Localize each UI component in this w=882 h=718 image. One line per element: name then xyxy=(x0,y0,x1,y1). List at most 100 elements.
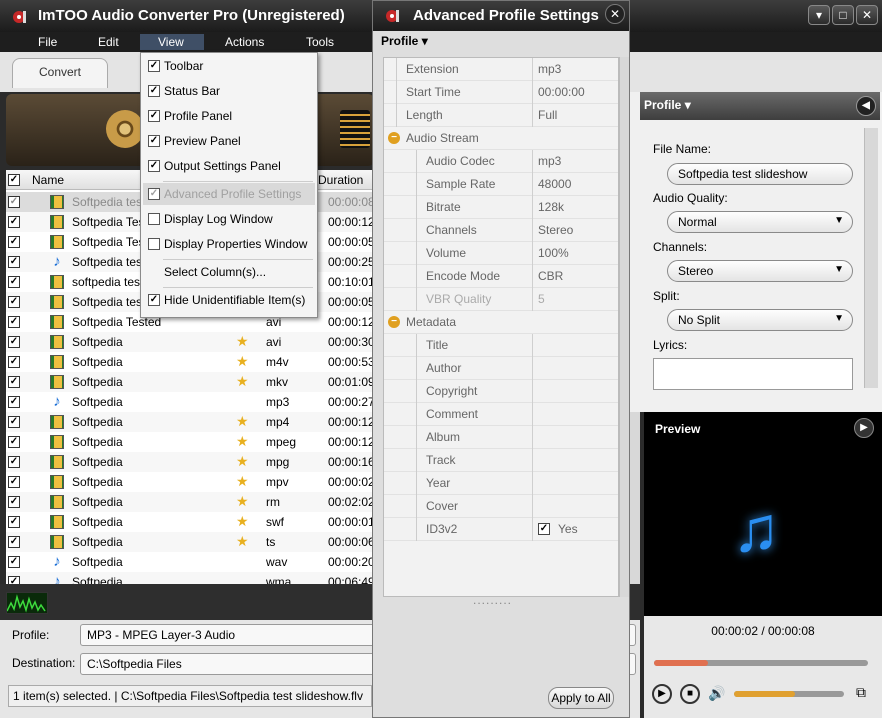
property-row[interactable]: Track xyxy=(384,449,618,472)
property-row[interactable]: Bitrate 128k xyxy=(384,196,618,219)
view-menu-item[interactable]: Display Log Window xyxy=(143,208,315,230)
row-checkbox[interactable]: ✓ xyxy=(8,396,20,408)
menu-file[interactable]: File xyxy=(30,34,65,50)
row-checkbox[interactable]: ✓ xyxy=(8,416,20,428)
row-checkbox[interactable]: ✓ xyxy=(8,316,20,328)
view-menu-item[interactable]: ✓ Hide Unidentifiable Item(s) xyxy=(143,289,315,311)
volume-slider[interactable] xyxy=(734,691,844,697)
property-row[interactable]: Channels Stereo xyxy=(384,219,618,242)
property-row[interactable]: Album xyxy=(384,426,618,449)
expand-preview-icon[interactable]: ▶ xyxy=(854,418,874,438)
property-row[interactable]: Comment xyxy=(384,403,618,426)
property-value[interactable]: mp3 xyxy=(538,62,561,76)
table-row[interactable]: ✓ Softpedia ★ mpv 00:00:02 xyxy=(6,472,372,492)
row-checkbox[interactable]: ✓ xyxy=(8,536,20,548)
property-value[interactable]: 100% xyxy=(538,246,569,260)
view-menu-item[interactable]: ✓ Status Bar xyxy=(143,80,315,102)
row-checkbox[interactable]: ✓ xyxy=(8,576,20,584)
table-row[interactable]: ✓ ♪ Softpedia wav 00:00:20 xyxy=(6,552,372,572)
table-row[interactable]: ✓ Softpedia ★ ts 00:00:06 xyxy=(6,532,372,552)
table-row[interactable]: ✓ Softpedia ★ avi 00:00:30 xyxy=(6,332,372,352)
property-row[interactable]: Cover xyxy=(384,495,618,518)
profile-panel-header[interactable]: Profile ▾ ◀ xyxy=(640,92,880,120)
dialog-title-bar[interactable]: Advanced Profile Settings xyxy=(373,1,629,31)
profile-panel-scrollbar[interactable] xyxy=(864,128,878,388)
lyrics-input[interactable] xyxy=(653,358,853,390)
table-row[interactable]: ✓ Softpedia ★ mpeg 00:00:12 xyxy=(6,432,372,452)
row-checkbox[interactable]: ✓ xyxy=(8,376,20,388)
property-row[interactable]: Encode Mode CBR xyxy=(384,265,618,288)
row-checkbox[interactable]: ✓ xyxy=(8,356,20,368)
property-row[interactable]: Length Full xyxy=(384,104,618,127)
row-checkbox[interactable]: ✓ xyxy=(8,216,20,228)
tab-convert[interactable]: Convert xyxy=(12,58,108,88)
seek-bar[interactable] xyxy=(654,660,868,666)
film-strip-icon[interactable] xyxy=(340,110,370,148)
select-all-checkbox[interactable]: ✓ xyxy=(8,174,20,186)
view-menu-item[interactable]: ✓ Output Settings Panel xyxy=(143,155,315,177)
table-row[interactable]: ✓ ♪ Softpedia mp3 00:00:27 xyxy=(6,392,372,412)
property-row[interactable]: Volume 100% xyxy=(384,242,618,265)
id3v2-checkbox[interactable]: ✓ xyxy=(538,523,550,535)
split-select[interactable]: No Split ▼ xyxy=(667,309,853,331)
maximize-button[interactable]: □ xyxy=(832,5,854,25)
table-row[interactable]: ✓ ♪ Softpedia wma 00:06:49 xyxy=(6,572,372,584)
table-row[interactable]: ✓ Softpedia ★ m4v 00:00:53 xyxy=(6,352,372,372)
property-row[interactable]: Author xyxy=(384,357,618,380)
property-row[interactable]: VBR Quality 5 xyxy=(384,288,618,311)
table-row[interactable]: ✓ Softpedia ★ mpg 00:00:16 xyxy=(6,452,372,472)
property-row[interactable]: Copyright xyxy=(384,380,618,403)
channels-select[interactable]: Stereo ▼ xyxy=(667,260,853,282)
property-value[interactable]: Stereo xyxy=(538,223,573,237)
view-menu-item[interactable]: ✓ Advanced Profile Settings xyxy=(143,183,315,205)
collapse-group-icon[interactable]: − xyxy=(388,132,400,144)
row-checkbox[interactable]: ✓ xyxy=(8,236,20,248)
profile-menu-button[interactable]: Profile ▾ xyxy=(381,34,428,48)
property-row[interactable]: Sample Rate 48000 xyxy=(384,173,618,196)
property-row[interactable]: − Metadata xyxy=(384,311,618,334)
volume-icon[interactable]: 🔊 xyxy=(708,685,725,702)
menu-actions[interactable]: Actions xyxy=(217,34,272,50)
row-checkbox[interactable]: ✓ xyxy=(8,556,20,568)
property-row[interactable]: Extension mp3 xyxy=(384,58,618,81)
property-row[interactable]: Year xyxy=(384,472,618,495)
view-menu-item[interactable]: ✓ Toolbar xyxy=(143,55,315,77)
property-row[interactable]: Audio Codec mp3 xyxy=(384,150,618,173)
view-menu-item[interactable]: Select Column(s)... xyxy=(143,261,315,283)
property-value[interactable]: 48000 xyxy=(538,177,571,191)
row-checkbox[interactable]: ✓ xyxy=(8,336,20,348)
menu-edit[interactable]: Edit xyxy=(90,34,127,50)
minimize-button[interactable]: ▾ xyxy=(808,5,830,25)
collapse-panel-icon[interactable]: ◀ xyxy=(856,96,876,116)
property-value[interactable]: Full xyxy=(538,108,557,122)
table-row[interactable]: ✓ Softpedia ★ mkv 00:01:09 xyxy=(6,372,372,392)
property-value[interactable]: 00:00:00 xyxy=(538,85,585,99)
menu-tools[interactable]: Tools xyxy=(298,34,342,50)
play-icon[interactable]: ▶ xyxy=(652,684,672,704)
property-grid-scrollbar[interactable] xyxy=(619,57,629,597)
property-row[interactable]: − Audio Stream xyxy=(384,127,618,150)
property-value[interactable]: mp3 xyxy=(538,154,561,168)
property-value[interactable]: 128k xyxy=(538,200,564,214)
row-checkbox[interactable]: ✓ xyxy=(8,256,20,268)
row-checkbox[interactable]: ✓ xyxy=(8,456,20,468)
property-row[interactable]: ID3v2 ✓ Yes xyxy=(384,518,618,541)
row-checkbox[interactable]: ✓ xyxy=(8,516,20,528)
apply-to-all-button[interactable]: Apply to All xyxy=(548,687,614,709)
collapse-group-icon[interactable]: − xyxy=(388,316,400,328)
row-checkbox[interactable]: ✓ xyxy=(8,476,20,488)
column-name-header[interactable]: Name xyxy=(32,173,64,187)
row-checkbox[interactable]: ✓ xyxy=(8,496,20,508)
view-menu-item[interactable]: Display Properties Window xyxy=(143,233,315,255)
snapshot-icon[interactable]: ⧉ xyxy=(856,684,866,701)
column-duration-header[interactable]: Duration xyxy=(318,173,363,187)
property-value[interactable]: CBR xyxy=(538,269,563,283)
row-checkbox[interactable]: ✓ xyxy=(8,276,20,288)
add-file-disc-icon[interactable] xyxy=(106,110,144,148)
table-row[interactable]: ✓ Softpedia ★ mp4 00:00:12 xyxy=(6,412,372,432)
file-name-input[interactable]: Softpedia test slideshow xyxy=(667,163,853,185)
property-row[interactable]: Title xyxy=(384,334,618,357)
row-checkbox[interactable]: ✓ xyxy=(8,296,20,308)
row-checkbox[interactable]: ✓ xyxy=(8,436,20,448)
row-checkbox[interactable]: ✓ xyxy=(8,196,20,208)
